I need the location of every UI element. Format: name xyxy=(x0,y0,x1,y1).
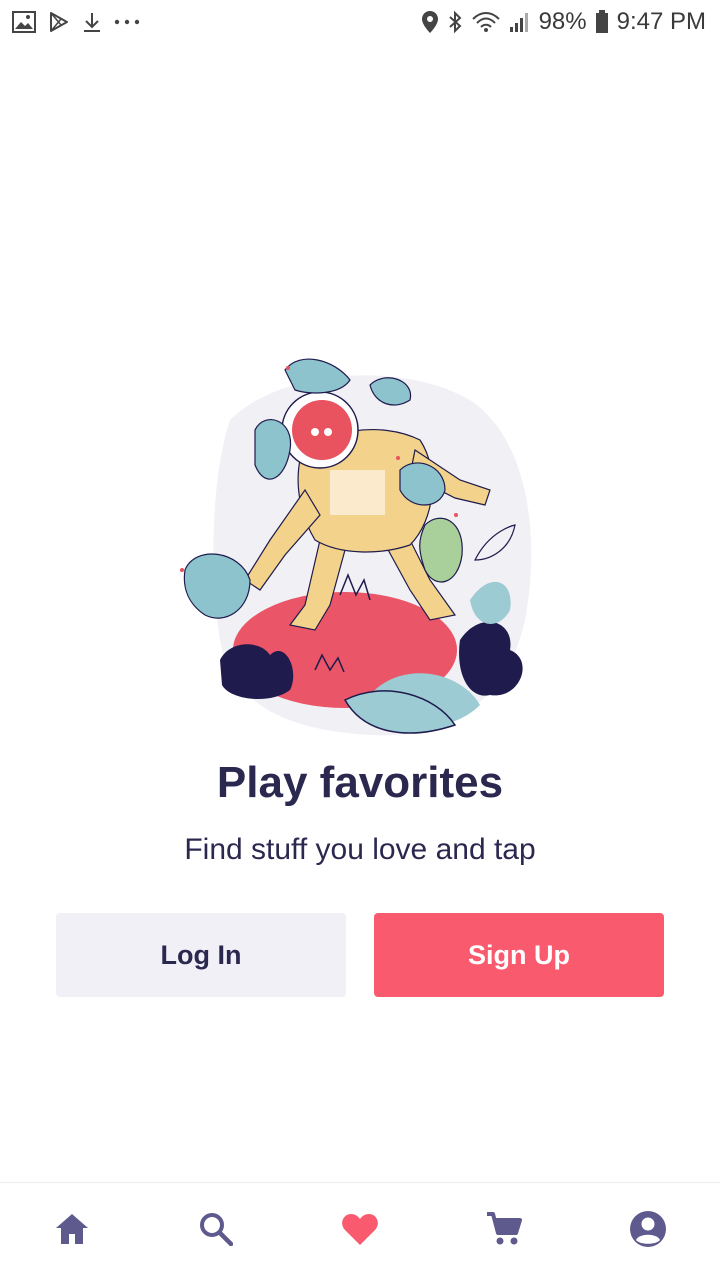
status-right: 98% 9:47 PM xyxy=(421,8,706,36)
nav-cart[interactable] xyxy=(464,1192,544,1272)
nav-search[interactable] xyxy=(176,1192,256,1272)
clock: 9:47 PM xyxy=(616,8,706,35)
bluetooth-icon xyxy=(447,10,463,34)
bottom-nav xyxy=(0,1182,720,1280)
account-icon xyxy=(629,1210,667,1253)
home-icon xyxy=(54,1212,90,1251)
wifi-icon xyxy=(471,11,501,33)
status-left xyxy=(12,11,140,33)
nav-home[interactable] xyxy=(32,1192,112,1272)
astronaut-with-aliens-illustration xyxy=(170,340,550,750)
image-icon xyxy=(12,11,36,33)
search-icon xyxy=(199,1212,234,1251)
subtitle: Find stuff you love and tap xyxy=(184,833,536,866)
login-button[interactable]: Log In xyxy=(56,913,346,997)
nav-favorites[interactable] xyxy=(320,1192,400,1272)
battery-icon xyxy=(595,10,609,34)
signup-button[interactable]: Sign Up xyxy=(374,913,664,997)
headline: Play favorites xyxy=(216,758,504,807)
heart-icon xyxy=(341,1212,379,1251)
screen: 98% 9:47 PM Play favorites Find stuff yo… xyxy=(0,0,720,1280)
more-dots-icon xyxy=(114,18,140,26)
status-bar: 98% 9:47 PM xyxy=(0,0,720,44)
cart-icon xyxy=(485,1211,523,1252)
play-store-icon xyxy=(48,11,70,33)
signal-icon xyxy=(509,11,531,33)
download-icon xyxy=(82,11,102,33)
battery-percent: 98% xyxy=(538,8,587,35)
nav-account[interactable] xyxy=(608,1192,688,1272)
location-icon xyxy=(421,10,439,34)
